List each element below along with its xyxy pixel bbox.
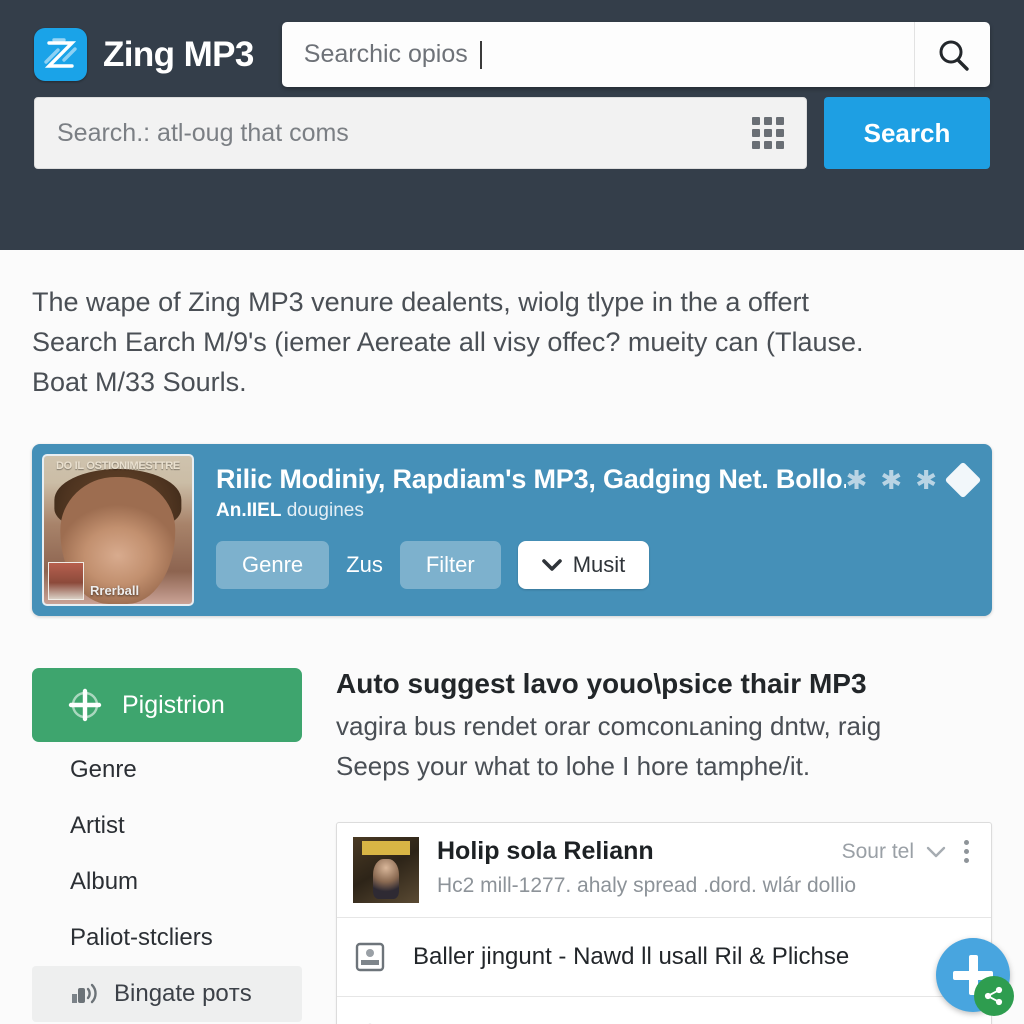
lower-section: Pigistrion Genre Artist Album Paliot-stc… xyxy=(0,668,1024,1024)
sidebar-item-label: Bingate poтs xyxy=(114,980,252,1007)
register-button-label: Pigistrion xyxy=(122,690,225,719)
card-dropdown-musit[interactable]: Musit xyxy=(517,541,650,589)
top-search-value: Searchic opios xyxy=(303,40,468,68)
diamond-icon[interactable] xyxy=(944,461,982,498)
sidebar: Pigistrion Genre Artist Album Paliot-stc… xyxy=(32,668,302,1024)
chevron-down-icon xyxy=(541,558,562,571)
share-badge[interactable] xyxy=(974,976,1014,1016)
thumbnail-bottom-caption: Rrerball xyxy=(90,583,140,598)
sidebar-item-genre[interactable]: Genre xyxy=(32,742,302,798)
thumbnail-top-caption: DO IL OSTIONIMESTTRE xyxy=(56,460,180,472)
header-top-row: Zing MP3 Searchic opios xyxy=(34,0,990,87)
search-icon xyxy=(939,40,969,71)
zing-z-logo-icon xyxy=(34,28,87,81)
featured-card-title-row: Rilic Modiniy, Rapdiam's MP3, Gadging Ne… xyxy=(216,461,982,498)
intro-line-3: Boat M/33 Sourls. xyxy=(32,367,247,397)
card-chip-genre[interactable]: Genre xyxy=(216,541,330,589)
featured-card-subtitle-bold: An.IIEL xyxy=(216,500,282,521)
id-card-icon xyxy=(355,942,385,972)
plus-compass-icon xyxy=(68,688,102,722)
star-icon: ✱ xyxy=(915,464,937,495)
sidebar-item-artist[interactable]: Artist xyxy=(32,798,302,854)
list-header-meta-label: Sour tel xyxy=(841,839,914,863)
list-item[interactable]: Ginlist Senaunt Plole Stal kera Piraplin… xyxy=(337,996,991,1024)
add-button[interactable] xyxy=(936,938,1014,1016)
chevron-down-icon xyxy=(926,846,946,857)
face-clock-icon xyxy=(368,1023,372,1024)
featured-card-subtitle: An.IIEL dougines xyxy=(216,500,982,522)
results-list-panel: Holip sola Reliann Sour tel Hc2 mill-127… xyxy=(336,822,992,1024)
main-search-placeholder: Search.: atl-oug that coms xyxy=(57,118,349,147)
share-icon xyxy=(984,986,1003,1006)
register-button[interactable]: Pigistrion xyxy=(32,668,302,742)
thumbnail-inset-image xyxy=(48,562,84,600)
rating-stars[interactable]: ✱ ✱ ✱ xyxy=(845,461,982,498)
intro-line-2: Search Earch M/9's (iemer Aereate all vi… xyxy=(32,327,864,357)
content-paragraph: vagira bus rendet orar comconʟaning dntw… xyxy=(336,706,992,786)
featured-card-actions: Genre Zus Filter Musit xyxy=(216,541,982,589)
grid-apps-icon[interactable] xyxy=(752,117,784,149)
sidebar-item-album[interactable]: Album xyxy=(32,854,302,910)
list-header-title-row: Holip sola Reliann Sour tel xyxy=(437,837,975,866)
brand-logo[interactable]: Zing MP3 xyxy=(34,28,254,81)
brand-name: Zing MP3 xyxy=(103,34,254,74)
intro-paragraph: The wape of Zing MP3 venure dealents, wi… xyxy=(0,250,1024,402)
top-search-submit[interactable] xyxy=(914,22,990,87)
portrait-thumbnail: DO IL OSTIONIMESTTRE Rrerball xyxy=(42,454,194,606)
star-icon: ✱ xyxy=(845,464,868,495)
star-icon: ✱ xyxy=(880,464,903,495)
search-button[interactable]: Search xyxy=(824,97,990,169)
content-heading: Auto suggest lavo youo\psice thair MP3 xyxy=(336,668,867,699)
album-cover-thumb xyxy=(353,837,419,903)
featured-card-body: Rilic Modiniy, Rapdiam's MP3, Gadging Ne… xyxy=(194,454,982,589)
app-page: Zing MP3 Searchic opios Search.: atl-oug… xyxy=(0,0,1024,1024)
main-search-field[interactable]: Search.: atl-oug that coms xyxy=(34,97,807,169)
list-header-body: Holip sola Reliann Sour tel Hc2 mill-127… xyxy=(419,837,975,898)
list-header-subtitle: Hc2 mill-1277. ahaly spread .dord. wlár … xyxy=(437,874,857,897)
list-item[interactable]: Baller jingunt - Nawd ll usall Ril & Pli… xyxy=(337,917,991,996)
featured-card-subtitle-rest: dougines xyxy=(281,500,364,521)
featured-card[interactable]: DO IL OSTIONIMESTTRE Rrerball Rilic Modi… xyxy=(32,444,992,616)
intro-line-1: The wape of Zing MP3 venure dealents, wi… xyxy=(32,287,809,317)
sidebar-item-bingate-ports[interactable]: Bingate poтs xyxy=(32,966,302,1022)
list-header-title: Holip sola Reliann xyxy=(437,837,654,865)
list-header-meta: Sour tel xyxy=(842,840,975,864)
card-chip-zus[interactable]: Zus xyxy=(346,552,383,578)
list-header-item[interactable]: Holip sola Reliann Sour tel Hc2 mill-127… xyxy=(337,823,991,917)
list-item-label: Baller jingunt - Nawd ll usall Ril & Pli… xyxy=(413,943,850,970)
content-column: Auto suggest lavo youo\psice thair MP3 v… xyxy=(302,668,992,1024)
app-header: Zing MP3 Searchic opios Search.: atl-oug… xyxy=(0,0,1024,250)
more-vertical-icon[interactable] xyxy=(958,840,975,863)
card-chip-filter[interactable]: Filter xyxy=(399,541,501,589)
header-search-row: Search.: atl-oug that coms Search xyxy=(34,97,990,169)
text-cursor xyxy=(479,40,482,69)
broadcast-icon xyxy=(72,983,97,1004)
top-search-input[interactable]: Searchic opios xyxy=(282,40,914,69)
card-dropdown-label: Musit xyxy=(572,552,626,577)
content-paragraph-line-2: Seeps your what to lohe I hore tamphe/it… xyxy=(336,751,811,781)
top-search-bar[interactable]: Searchic opios xyxy=(281,22,990,87)
sidebar-item-paliot-stcliers[interactable]: Paliot-stcliers xyxy=(32,910,302,966)
content-paragraph-line-1: vagira bus rendet orar comconʟaning dntw… xyxy=(336,711,882,741)
featured-card-title: Rilic Modiniy, Rapdiam's MP3, Gadging Ne… xyxy=(216,464,846,494)
